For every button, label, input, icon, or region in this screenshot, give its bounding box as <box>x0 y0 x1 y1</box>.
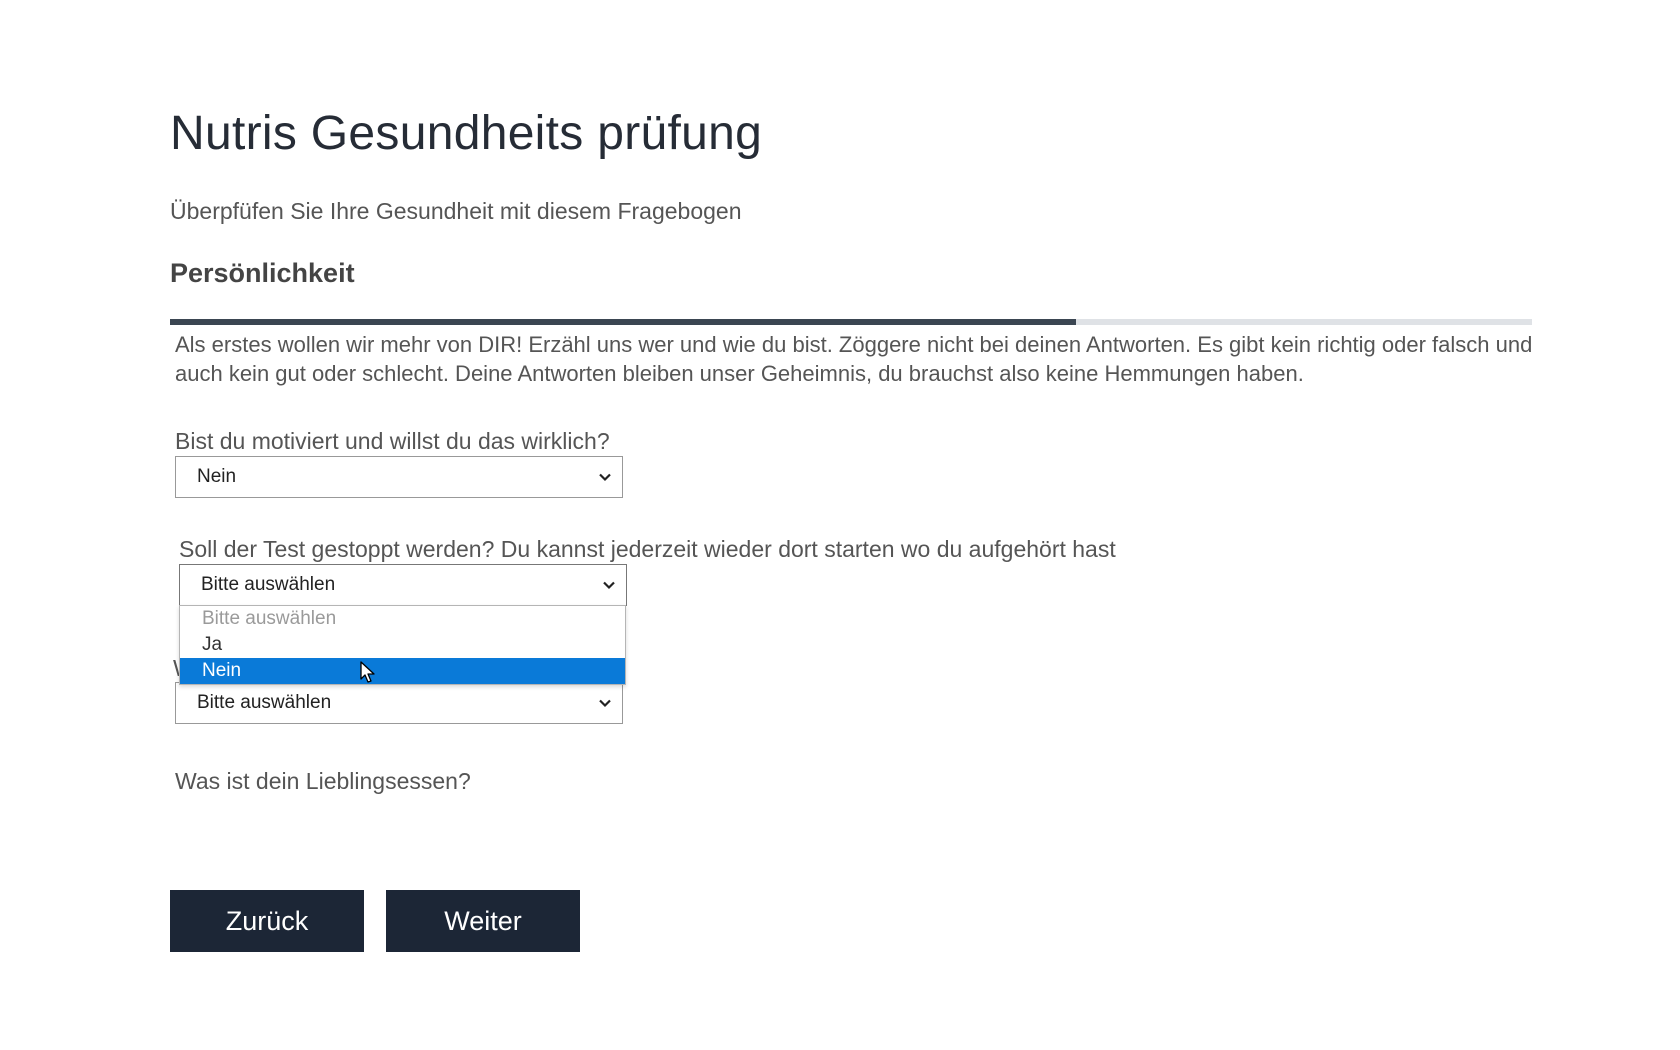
section-title: Persönlichkeit <box>170 258 355 288</box>
stop-test-dropdown-list: Bitte auswählen Ja Nein <box>179 605 626 685</box>
intro-text: Als erstes wollen wir mehr von DIR! Erzä… <box>175 332 1533 386</box>
stop-test-select[interactable]: Bitte auswählen <box>179 564 627 606</box>
chevron-down-icon <box>599 473 611 482</box>
page-subtitle: Überpfüfen Sie Ihre Gesundheit mit diese… <box>170 198 742 224</box>
mouse-cursor-icon <box>360 661 375 683</box>
motivation-select-value: Nein <box>197 466 237 487</box>
chevron-down-icon <box>599 699 611 708</box>
back-button[interactable]: Zurück <box>170 890 364 952</box>
page-title: Nutris Gesundheits prüfung <box>170 107 763 160</box>
question-label-motivation: Bist du motiviert und willst du das wirk… <box>175 428 610 454</box>
next-button[interactable]: Weiter <box>386 890 580 952</box>
progress-bar-fill <box>170 319 1076 325</box>
motivation-select[interactable]: Nein <box>175 456 623 498</box>
dropdown-option-ja[interactable]: Ja <box>180 632 625 658</box>
stop-test-select-value: Bitte auswählen <box>201 574 336 595</box>
dropdown-option-nein[interactable]: Nein <box>180 658 625 684</box>
dropdown-option-placeholder[interactable]: Bitte auswählen <box>180 606 625 632</box>
question-3-select-value: Bitte auswählen <box>197 692 332 713</box>
chevron-down-icon <box>603 581 615 590</box>
question-label-stop-test: Soll der Test gestoppt werden? Du kannst… <box>179 536 1116 562</box>
question-label-favorite-food: Was ist dein Lieblingsessen? <box>175 768 471 794</box>
progress-bar <box>170 319 1532 325</box>
question-3-select[interactable]: Bitte auswählen <box>175 682 623 724</box>
